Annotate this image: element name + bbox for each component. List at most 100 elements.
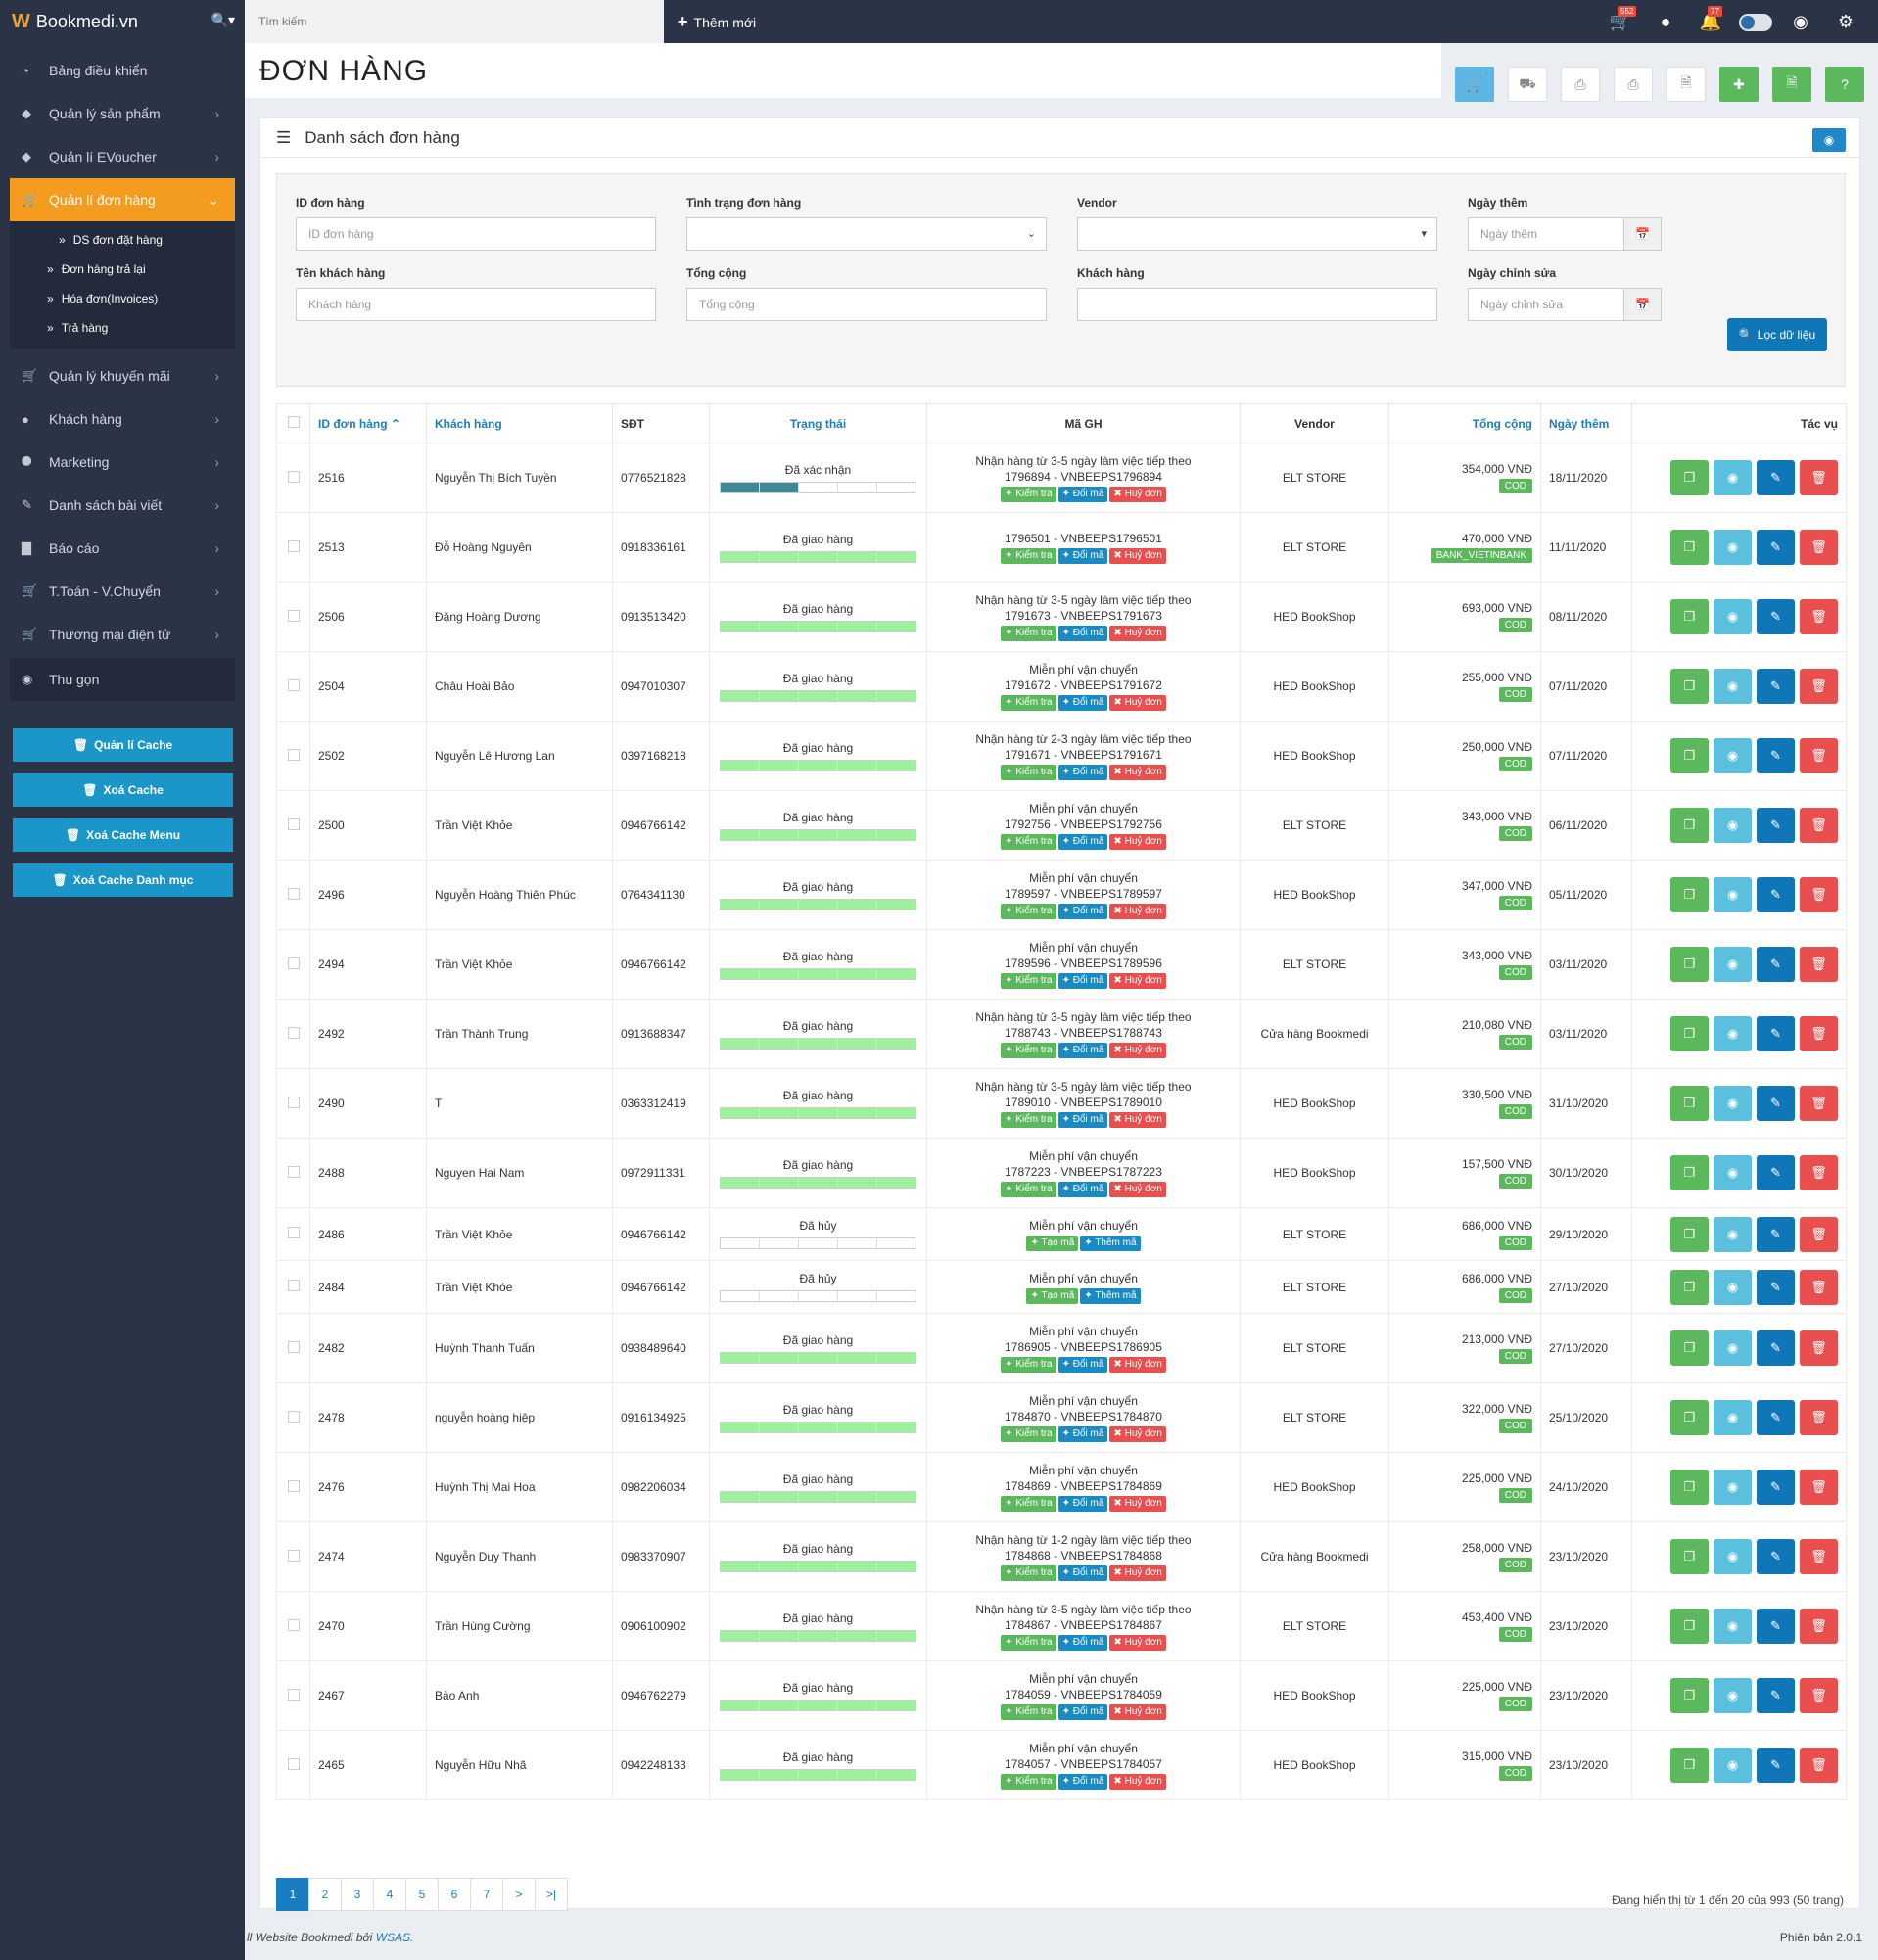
sidebar-item-reports[interactable]: ▇ Báo cáo › [0, 527, 245, 570]
cart-toolbar-button[interactable]: 🛒 [1455, 67, 1494, 102]
view-button[interactable]: ◉ [1714, 1086, 1752, 1121]
view-button[interactable]: ◉ [1714, 738, 1752, 773]
page-link[interactable]: 5 [405, 1878, 439, 1911]
copy-button[interactable]: ❐ [1670, 1330, 1709, 1366]
copy-button[interactable]: ❐ [1670, 1470, 1709, 1505]
sidebar-item-customers[interactable]: ● Khách hàng › [0, 397, 245, 441]
page-link[interactable]: 2 [308, 1878, 342, 1911]
checkbox[interactable] [287, 817, 300, 830]
cancel-order-button[interactable]: ✖ Huỷ đơn [1109, 834, 1166, 850]
delete-button[interactable]: 🗑 [1800, 808, 1838, 843]
row-select[interactable] [276, 1660, 310, 1731]
checkbox[interactable] [287, 1340, 300, 1353]
change-code-button[interactable]: ✦ Đổi mã [1057, 1043, 1108, 1058]
edit-button[interactable]: ✎ [1757, 947, 1795, 982]
change-code-button[interactable]: ✦ Đổi mã [1057, 1774, 1108, 1790]
edit-button[interactable]: ✎ [1757, 1016, 1795, 1051]
change-code-button[interactable]: ✦ Đổi mã [1057, 1426, 1108, 1442]
copy-button[interactable]: ❐ [1670, 1748, 1709, 1783]
submenu-item-return-goods[interactable]: » Trả hàng [10, 313, 235, 343]
change-code-button[interactable]: ✦ Đổi mã [1057, 765, 1108, 780]
edit-button[interactable]: ✎ [1757, 877, 1795, 912]
calendar-icon[interactable]: 📅 [1623, 218, 1661, 250]
submenu-item-orders-list[interactable]: » DS đơn đặt hàng [10, 225, 235, 255]
checkbox[interactable] [287, 887, 300, 900]
edit-button[interactable]: ✎ [1757, 808, 1795, 843]
edit-button[interactable]: ✎ [1757, 1269, 1795, 1305]
checkbox[interactable] [287, 678, 300, 691]
change-code-button[interactable]: ✦ Đổi mã [1057, 626, 1108, 641]
print-shipping-button[interactable]: ⎙ [1614, 67, 1653, 102]
submenu-item-returns[interactable]: » Đơn hàng trả lại [10, 255, 235, 284]
column-header-id[interactable]: ID đơn hàng ⌃ [309, 403, 427, 443]
theme-toggle[interactable] [1733, 12, 1778, 32]
cancel-order-button[interactable]: ✖ Huỷ đơn [1109, 548, 1166, 564]
copy-button[interactable]: ❐ [1670, 1609, 1709, 1644]
row-select[interactable] [276, 1313, 310, 1383]
view-button[interactable]: ◉ [1714, 1216, 1752, 1252]
sidebar-item-marketing[interactable]: ⯃ Marketing › [0, 441, 245, 484]
cart-icon[interactable]: 🛒 552 [1598, 5, 1643, 32]
sidebar-item-evoucher[interactable]: ◆ Quản lí EVoucher › [0, 135, 245, 178]
edit-button[interactable]: ✎ [1757, 599, 1795, 634]
date-added-input[interactable]: Ngày thêm 📅 [1468, 217, 1662, 251]
row-select[interactable] [276, 999, 310, 1069]
check-button[interactable]: ✦ Kiểm tra [1001, 1357, 1056, 1373]
add-code-button[interactable]: ✦ Thêm mã [1080, 1235, 1141, 1251]
check-button[interactable]: ✦ Kiểm tra [1001, 626, 1056, 641]
change-code-button[interactable]: ✦ Đổi mã [1057, 1357, 1108, 1373]
checkbox[interactable] [287, 539, 300, 552]
status-select[interactable]: ⌄ [686, 217, 1047, 251]
delete-button[interactable]: 🗑 [1800, 877, 1838, 912]
check-button[interactable]: ✦ Kiểm tra [1001, 1774, 1056, 1790]
view-button[interactable]: ◉ [1714, 599, 1752, 634]
clear-category-cache-button[interactable]: 🗑 Xoá Cache Danh mục [13, 863, 233, 897]
checkbox[interactable] [287, 1096, 300, 1108]
add-new-button[interactable]: + Thêm mới [678, 12, 756, 32]
view-button[interactable]: ◉ [1714, 1155, 1752, 1190]
view-button[interactable]: ◉ [1714, 808, 1752, 843]
change-code-button[interactable]: ✦ Đổi mã [1057, 1635, 1108, 1651]
sidebar-item-orders[interactable]: 🛒 Quản lí đơn hàng ⌄ [10, 178, 235, 221]
delete-button[interactable]: 🗑 [1800, 599, 1838, 634]
create-code-button[interactable]: ✦ Tạo mã [1026, 1235, 1079, 1251]
sidebar-item-ecommerce[interactable]: 🛒 Thương mại điện tử › [0, 613, 245, 656]
copy-button[interactable]: ❐ [1670, 530, 1709, 565]
sidebar-item-products[interactable]: ◆ Quản lý sản phẩm › [0, 92, 245, 135]
page-link[interactable]: >| [535, 1878, 568, 1911]
row-select[interactable] [276, 651, 310, 722]
delete-button[interactable]: 🗑 [1800, 1155, 1838, 1190]
order-id-input[interactable]: ID đơn hàng [296, 217, 656, 251]
delete-button[interactable]: 🗑 [1800, 947, 1838, 982]
checkbox[interactable] [287, 748, 300, 761]
manage-cache-button[interactable]: 🗑 Quản lí Cache [13, 728, 233, 762]
copy-button[interactable]: ❐ [1670, 1016, 1709, 1051]
customer-name-input[interactable]: Khách hàng [296, 288, 656, 321]
sidebar-item-dashboard[interactable]: ◔ Bảng điều khiển [0, 49, 245, 92]
change-code-button[interactable]: ✦ Đổi mã [1057, 1182, 1108, 1197]
cancel-order-button[interactable]: ✖ Huỷ đơn [1109, 1635, 1166, 1651]
date-modified-input[interactable]: Ngày chỉnh sửa 📅 [1468, 288, 1662, 321]
row-select[interactable] [276, 1452, 310, 1522]
clear-menu-cache-button[interactable]: 🗑 Xoá Cache Menu [13, 818, 233, 852]
copy-button[interactable]: ❐ [1670, 1155, 1709, 1190]
cancel-order-button[interactable]: ✖ Huỷ đơn [1109, 1112, 1166, 1128]
clear-cache-button[interactable]: 🗑 Xoá Cache [13, 773, 233, 807]
row-select[interactable] [276, 1382, 310, 1453]
checkbox[interactable] [287, 1410, 300, 1423]
add-button[interactable]: ✚ [1719, 67, 1759, 102]
view-button[interactable]: ◉ [1714, 460, 1752, 495]
row-select[interactable] [276, 790, 310, 861]
row-select[interactable] [276, 860, 310, 930]
row-select[interactable] [276, 1260, 310, 1314]
checkbox[interactable] [287, 1618, 300, 1631]
checkbox[interactable] [287, 1479, 300, 1492]
copy-button[interactable]: ❐ [1670, 1269, 1709, 1305]
checkbox[interactable] [287, 1549, 300, 1562]
column-header-status[interactable]: Trạng thái [709, 403, 927, 443]
checkbox[interactable] [287, 609, 300, 622]
filter-submit-button[interactable]: 🔍 Lọc dữ liệu [1727, 318, 1827, 351]
page-link[interactable]: 6 [438, 1878, 471, 1911]
edit-button[interactable]: ✎ [1757, 1539, 1795, 1574]
row-select[interactable] [276, 929, 310, 1000]
